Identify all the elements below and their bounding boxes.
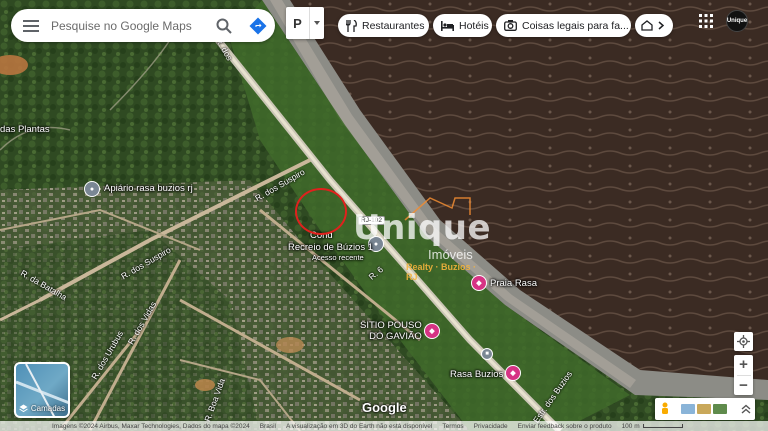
watermark-subtitle: Imóveis — [428, 247, 473, 262]
place-label-apiario[interactable]: Apiário rasa buzios rj — [104, 183, 193, 194]
menu-button[interactable] — [11, 9, 51, 42]
imagery-thumb-1[interactable] — [681, 404, 695, 414]
search-icon — [216, 18, 232, 34]
poi-pin-apiario[interactable]: ● — [84, 181, 100, 197]
layers-icon — [19, 404, 28, 413]
map-footer: Imagens ©2024 Airbus, Maxar Technologies… — [0, 421, 768, 431]
zoom-out-button[interactable]: − — [734, 375, 753, 395]
crosshair-icon — [737, 335, 750, 348]
chip-things-to-do[interactable]: Coisas legais para fa... — [496, 14, 631, 37]
poi-pin-rasa-buzios[interactable]: ◆ — [505, 365, 521, 381]
imagery-thumb-2[interactable] — [697, 404, 711, 414]
layers-label-row: Camadas — [16, 404, 68, 413]
watermark-tag: Realty · Buzios · RJ — [406, 262, 477, 282]
poi-pin-sitio[interactable]: ◆ — [424, 323, 440, 339]
chevron-right-icon[interactable] — [658, 19, 664, 32]
scale-bar[interactable]: 100 m — [622, 423, 683, 430]
privacy-link[interactable]: Privacidade — [474, 423, 508, 430]
imagery-credit: Imagens ©2024 Airbus, Maxar Technologies… — [52, 422, 250, 430]
earth-3d-notice: A visualização em 3D do Earth não está d… — [285, 422, 433, 430]
bed-icon — [441, 19, 454, 32]
zoom-in-button[interactable]: + — [734, 355, 753, 375]
chip-hotels[interactable]: Hotéis — [433, 14, 492, 37]
directions-button[interactable] — [241, 9, 275, 42]
google-apps-button[interactable] — [697, 12, 715, 30]
search-input[interactable] — [51, 18, 207, 33]
imagery-thumb-3[interactable] — [713, 404, 727, 414]
chevron-down-icon — [310, 7, 324, 39]
home-icon — [641, 19, 653, 32]
chip-hotels-label: Hotéis — [459, 19, 489, 32]
zoom-control: + − — [734, 355, 753, 395]
place-label-das-plantas[interactable]: das Plantas — [0, 124, 50, 135]
scale-line — [642, 424, 683, 428]
place-label-rasa-buzios[interactable]: Rasa Buzios — [450, 369, 503, 380]
fork-knife-icon — [346, 19, 357, 32]
apps-grid-icon — [699, 14, 713, 28]
country-label: Brasil — [259, 422, 276, 430]
layers-button[interactable]: Camadas — [14, 362, 70, 418]
chip-more[interactable] — [635, 14, 673, 37]
pegman-icon[interactable] — [659, 402, 671, 416]
terms-link[interactable]: Termos — [442, 423, 463, 430]
search-button[interactable] — [207, 9, 241, 42]
watermark-title: Unique — [353, 208, 492, 248]
watermark-logo: Unique Imóveis Realty · Buzios · RJ — [328, 198, 492, 282]
directions-icon — [249, 17, 267, 34]
place-label-sitio[interactable]: SITIO POUSO DO GAVIÃO — [360, 320, 422, 342]
hamburger-icon — [23, 19, 39, 32]
camera-icon — [504, 19, 517, 32]
place-label-praia-rasa[interactable]: Praia Rasa — [490, 278, 537, 289]
chip-restaurants[interactable]: Restaurantes — [338, 14, 429, 37]
my-location-button[interactable] — [734, 332, 753, 351]
expand-up-icon[interactable] — [741, 404, 751, 414]
chip-things-to-do-label: Coisas legais para fa... — [522, 19, 629, 32]
layers-label: Camadas — [30, 404, 66, 413]
mode-label: P — [286, 7, 310, 39]
chip-restaurants-label: Restaurantes — [362, 19, 425, 32]
scale-label: 100 m — [621, 422, 640, 430]
account-avatar[interactable]: Unique — [726, 10, 748, 32]
street-view-bar — [655, 398, 755, 420]
search-box — [11, 9, 275, 42]
transit-mode-toggle[interactable]: P — [286, 7, 324, 39]
google-logo: Google — [362, 400, 407, 415]
feedback-link[interactable]: Enviar feedback sobre o produto — [518, 423, 612, 430]
bus-stop-icon[interactable]: ■ — [481, 348, 493, 360]
